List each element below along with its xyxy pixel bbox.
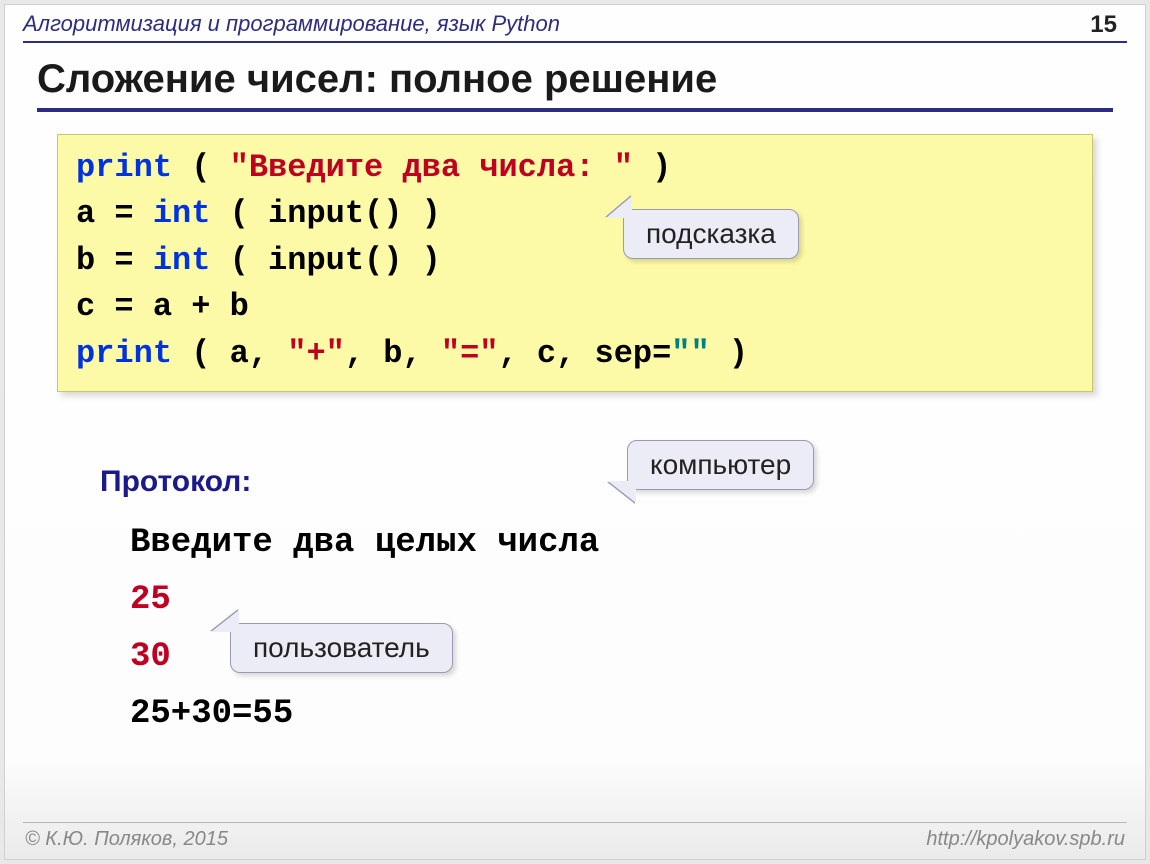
code-text: b =	[76, 242, 153, 279]
header-rule	[23, 41, 1127, 43]
protocol-label: Протокол:	[100, 465, 251, 499]
code-text: , c, sep=	[498, 335, 671, 372]
code-text: )	[710, 335, 748, 372]
callout-computer: компьютер	[627, 440, 814, 490]
callout-tail-icon	[608, 481, 636, 503]
title-rule	[37, 108, 1113, 112]
code-text: ( input() )	[210, 242, 440, 279]
slide: Алгоритмизация и программирование, язык …	[4, 4, 1146, 860]
callout-user: пользователь	[230, 623, 453, 673]
callout-computer-label: компьютер	[650, 449, 791, 480]
code-text: )	[633, 149, 671, 186]
code-text: (	[172, 149, 230, 186]
code-string: "Введите два числа: "	[230, 149, 633, 186]
page-number: 15	[1090, 11, 1117, 39]
code-text: a =	[76, 195, 153, 232]
callout-hint: подсказка	[623, 209, 799, 259]
protocol-user-input: 30	[130, 638, 171, 676]
code-text: c = a + b	[76, 288, 249, 325]
code-text: , b,	[345, 335, 441, 372]
code-text: ( a,	[172, 335, 287, 372]
callout-tail-icon	[606, 196, 632, 218]
footer-url: http://kpolyakov.spb.ru	[926, 828, 1125, 851]
footer-copyright: © К.Ю. Поляков, 2015	[25, 828, 228, 851]
footer-rule	[23, 822, 1127, 823]
top-bar: Алгоритмизация и программирование, язык …	[5, 5, 1145, 39]
protocol-prompt: Введите два целых числа	[130, 524, 599, 562]
code-text: ( input() )	[210, 195, 440, 232]
callout-tail-icon	[211, 610, 239, 632]
code-keyword-print: print	[76, 335, 172, 372]
code-keyword-int: int	[153, 242, 211, 279]
code-keyword-int: int	[153, 195, 211, 232]
callout-user-label: пользователь	[253, 632, 430, 663]
protocol-result: 25+30=55	[130, 695, 293, 733]
code-keyword-print: print	[76, 149, 172, 186]
code-string: "="	[441, 335, 499, 372]
code-string: "+"	[287, 335, 345, 372]
footer: © К.Ю. Поляков, 2015 http://kpolyakov.sp…	[25, 828, 1125, 851]
slide-title: Сложение чисел: полное решение	[37, 57, 1113, 102]
code-block: print ( "Введите два числа: " ) a = int …	[57, 134, 1093, 392]
protocol-user-input: 25	[130, 581, 171, 619]
course-title: Алгоритмизация и программирование, язык …	[23, 11, 560, 37]
callout-hint-label: подсказка	[646, 218, 776, 249]
code-string-empty: ""	[671, 335, 709, 372]
